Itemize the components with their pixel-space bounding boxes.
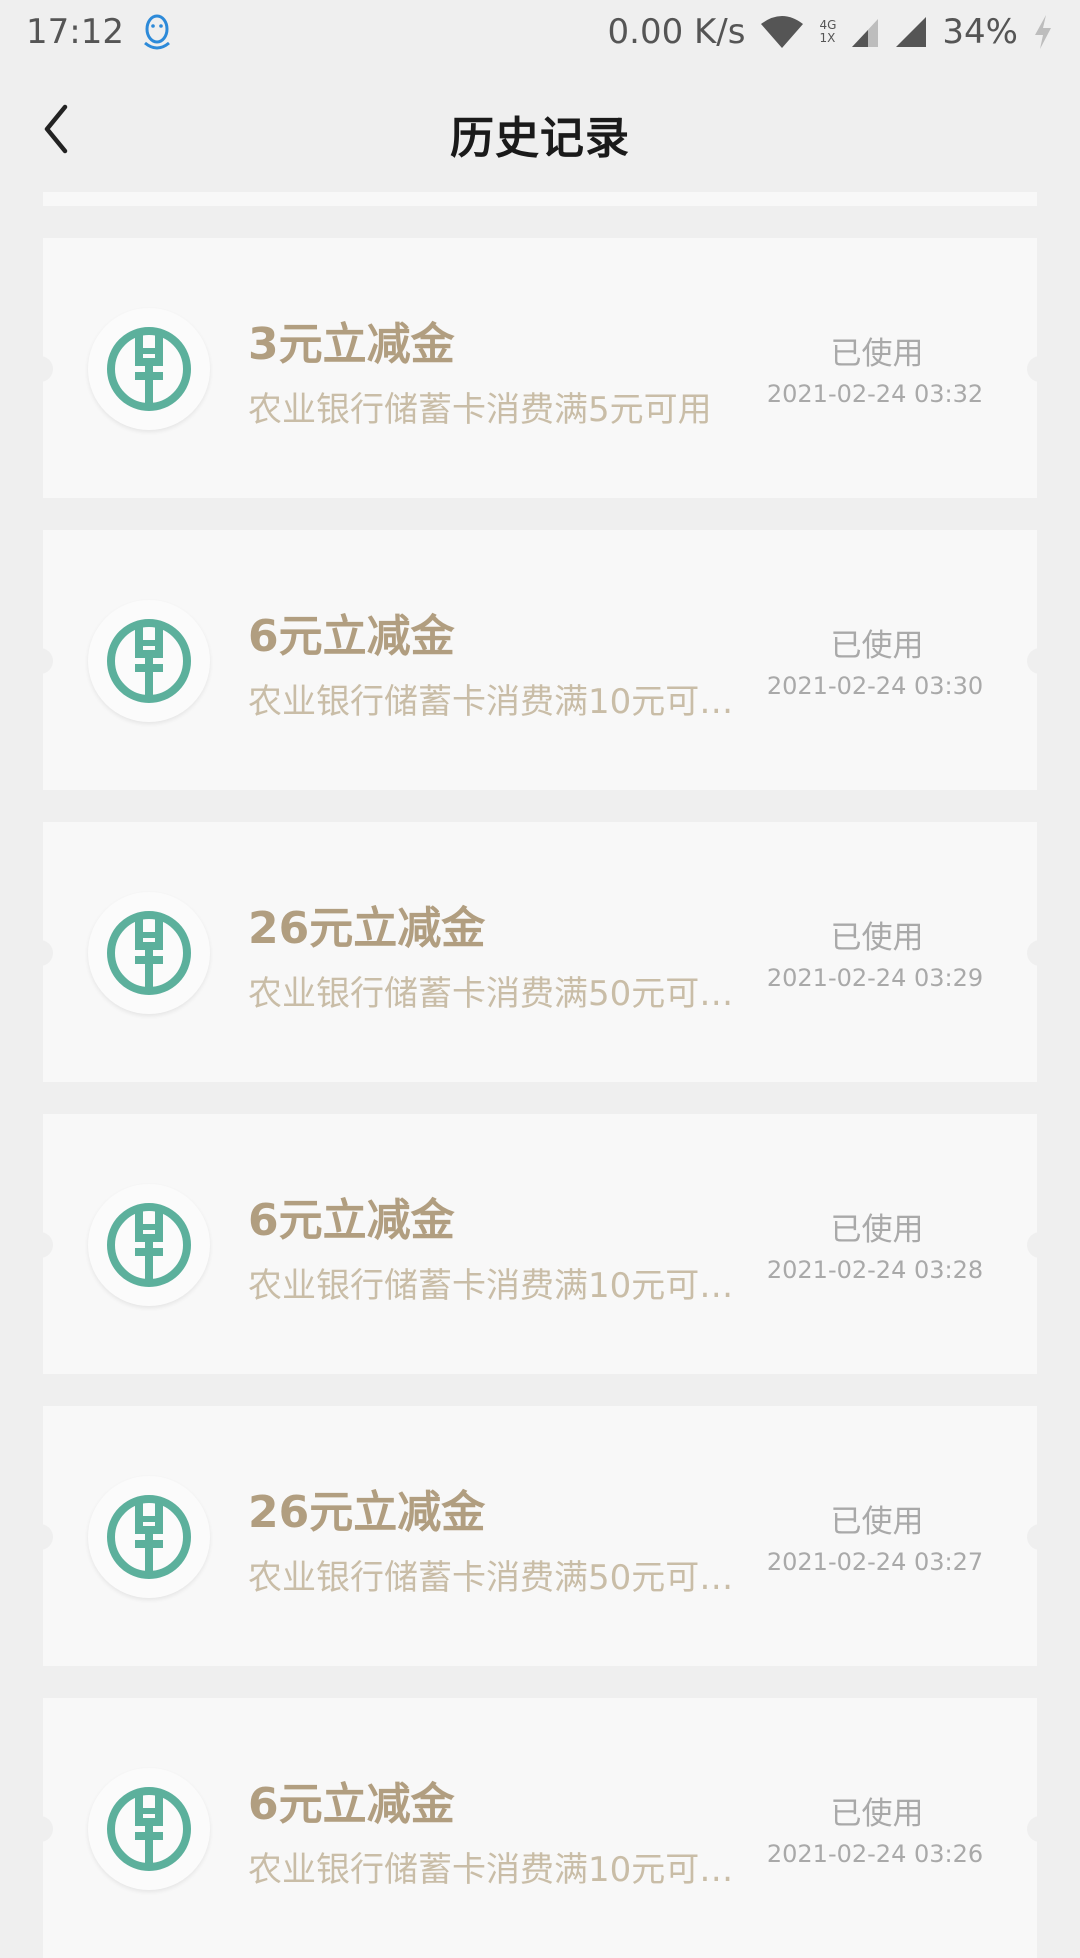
coupon-description: 农业银行储蓄卡消费满10元可… bbox=[248, 1850, 734, 1890]
coupon-status: 已使用 bbox=[830, 1212, 924, 1248]
ticket-notch bbox=[43, 648, 53, 674]
coupon-description: 农业银行储蓄卡消费满50元可… bbox=[248, 974, 734, 1014]
ticket-notch bbox=[1027, 356, 1037, 382]
coupon-title: 6元立减金 bbox=[248, 1195, 455, 1246]
coupon-description: 农业银行储蓄卡消费满5元可用 bbox=[248, 390, 712, 430]
agricultural-bank-logo-icon bbox=[88, 892, 210, 1014]
coupon-status: 已使用 bbox=[830, 1796, 924, 1832]
charging-bolt-icon bbox=[1032, 13, 1054, 51]
agricultural-bank-logo-icon bbox=[88, 600, 210, 722]
agricultural-bank-logo-icon bbox=[88, 1184, 210, 1306]
ticket-notch bbox=[1027, 1232, 1037, 1258]
ticket-notch bbox=[43, 1816, 53, 1842]
coupon-card[interactable]: 26元立减金 农业银行储蓄卡消费满50元可… 已使用 2021-02-24 03… bbox=[43, 1406, 1037, 1666]
coupon-used-time: 2021-02-24 03:26 bbox=[766, 1840, 984, 1868]
coupon-status: 已使用 bbox=[830, 1504, 924, 1540]
coupon-title: 3元立减金 bbox=[248, 319, 455, 370]
network-1x-label: 1X bbox=[819, 31, 836, 45]
ticket-notch bbox=[43, 1524, 53, 1550]
wifi-icon bbox=[759, 14, 805, 50]
coupon-title: 26元立减金 bbox=[248, 903, 486, 954]
agricultural-bank-logo-icon bbox=[88, 1476, 210, 1598]
coupon-title: 26元立减金 bbox=[248, 1487, 486, 1538]
coupon-title: 6元立减金 bbox=[248, 611, 455, 662]
page-title: 历史记录 bbox=[450, 113, 630, 164]
battery-level: 34% bbox=[942, 12, 1018, 52]
net-speed: 0.00 K/s bbox=[607, 12, 746, 52]
ticket-notch bbox=[43, 1232, 53, 1258]
coupon-status: 已使用 bbox=[830, 336, 924, 372]
coupon-used-time: 2021-02-24 03:32 bbox=[766, 380, 984, 408]
coupon-used-time: 2021-02-24 03:30 bbox=[766, 672, 984, 700]
network-type-indicator: 4G 1X bbox=[819, 19, 836, 45]
coupon-description: 农业银行储蓄卡消费满10元可… bbox=[248, 682, 734, 722]
nav-bar: 历史记录 bbox=[0, 64, 1080, 194]
coupon-card[interactable]: 26元立减金 农业银行储蓄卡消费满50元可… 已使用 2021-02-24 03… bbox=[43, 822, 1037, 1082]
cellular-signal-icon bbox=[894, 15, 928, 49]
status-left: 17:12 bbox=[26, 12, 174, 52]
ticket-notch bbox=[43, 940, 53, 966]
coupon-status: 已使用 bbox=[830, 628, 924, 664]
coupon-card[interactable]: 3元立减金 农业银行储蓄卡消费满5元可用 已使用 2021-02-24 03:3… bbox=[43, 238, 1037, 498]
status-time: 17:12 bbox=[26, 12, 124, 52]
status-right: 0.00 K/s 4G 1X 34% bbox=[608, 12, 1055, 52]
cellular-signal-icon bbox=[850, 15, 880, 49]
agricultural-bank-logo-icon bbox=[88, 1768, 210, 1890]
coupon-description: 农业银行储蓄卡消费满50元可… bbox=[248, 1558, 734, 1598]
coupon-status: 已使用 bbox=[830, 920, 924, 956]
ticket-notch bbox=[1027, 940, 1037, 966]
coupon-card[interactable]: 6元立减金 农业银行储蓄卡消费满10元可… 已使用 2021-02-24 03:… bbox=[43, 1698, 1037, 1958]
coupon-used-time: 2021-02-24 03:27 bbox=[766, 1548, 984, 1576]
coupon-card[interactable]: 6元立减金 农业银行储蓄卡消费满10元可… 已使用 2021-02-24 03:… bbox=[43, 1114, 1037, 1374]
qq-penguin-icon bbox=[140, 13, 174, 51]
ticket-notch bbox=[1027, 1816, 1037, 1842]
coupon-description: 农业银行储蓄卡消费满10元可… bbox=[248, 1266, 734, 1306]
coupon-card-partial bbox=[43, 192, 1037, 206]
coupon-used-time: 2021-02-24 03:28 bbox=[766, 1256, 984, 1284]
ticket-notch bbox=[1027, 648, 1037, 674]
status-bar: 17:12 0.00 K/s 4G 1X 34% bbox=[0, 0, 1080, 64]
agricultural-bank-logo-icon bbox=[88, 308, 210, 430]
ticket-notch bbox=[43, 356, 53, 382]
coupon-card[interactable]: 6元立减金 农业银行储蓄卡消费满10元可… 已使用 2021-02-24 03:… bbox=[43, 530, 1037, 790]
coupon-title: 6元立减金 bbox=[248, 1779, 455, 1830]
ticket-notch bbox=[1027, 1524, 1037, 1550]
coupon-used-time: 2021-02-24 03:29 bbox=[766, 964, 984, 992]
